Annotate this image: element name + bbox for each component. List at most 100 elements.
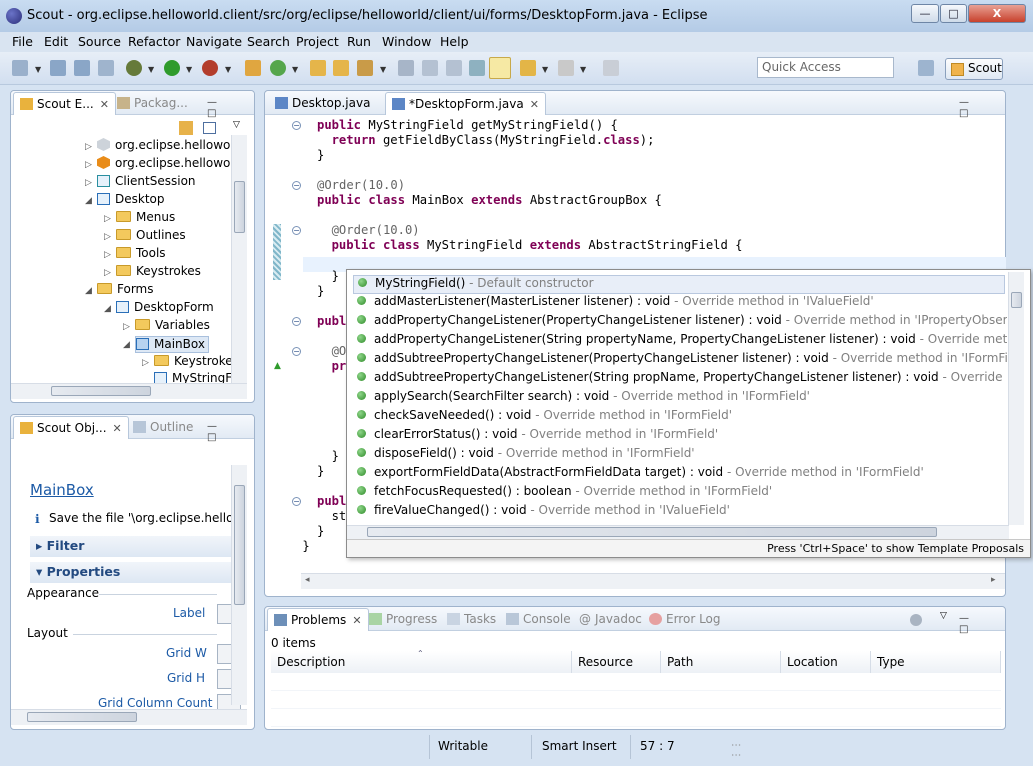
external-tools-icon[interactable] — [202, 60, 218, 76]
open-resource-icon[interactable] — [333, 60, 349, 76]
collapse-icon[interactable]: ◢ — [85, 286, 92, 296]
tab-scout-object-properties[interactable]: Scout Obj... ✕ — [13, 416, 129, 439]
open-type-icon[interactable] — [310, 60, 326, 76]
pin-icon[interactable] — [603, 60, 619, 76]
close-button[interactable]: X — [968, 4, 1026, 23]
expand-icon[interactable]: ▷ — [142, 358, 149, 368]
breadcrumb-icon[interactable] — [469, 60, 485, 76]
collapse-icon[interactable]: ◢ — [123, 340, 130, 350]
toggle-mark-occurrences-icon[interactable] — [398, 60, 414, 76]
scroll-thumb[interactable] — [234, 181, 245, 233]
toggle-block-selection-icon[interactable] — [422, 60, 438, 76]
proposal-item[interactable]: MyStringField() - Default constructor — [353, 275, 1005, 294]
close-icon[interactable]: ✕ — [530, 98, 539, 111]
fold-toggle-icon[interactable]: − — [292, 181, 301, 191]
content-assist-popup[interactable]: MyStringField() - Default constructor add… — [346, 269, 1031, 558]
proposal-item[interactable]: checkSaveNeeded() : void - Override meth… — [357, 408, 1007, 427]
tree-item[interactable]: Keystrokes — [116, 264, 201, 281]
expand-icon[interactable]: ▷ — [85, 142, 92, 152]
column-resource[interactable]: Resource — [572, 651, 661, 673]
fold-toggle-icon[interactable]: − — [292, 226, 301, 236]
minimize-maximize-icon[interactable]: — □ — [959, 97, 1005, 119]
tab-javadoc[interactable]: @ Javadoc — [573, 608, 648, 631]
tree-item[interactable]: MyStringFi — [154, 371, 235, 383]
explorer-vscrollbar[interactable] — [231, 135, 247, 383]
save-all-icon[interactable] — [74, 60, 90, 76]
filter-section[interactable]: ▸ Filter — [30, 536, 242, 557]
column-description[interactable]: Description ⌃ — [271, 649, 572, 673]
proposal-item[interactable]: addPropertyChangeListener(String propert… — [357, 332, 1007, 351]
column-path[interactable]: Path — [661, 651, 781, 673]
tree-item[interactable]: Desktop — [97, 192, 165, 209]
column-type[interactable]: Type — [871, 651, 1001, 673]
proposal-item[interactable]: applySearch(SearchFilter search) : void … — [357, 389, 1007, 408]
proposal-item[interactable]: fetchFocusRequested() : boolean - Overri… — [357, 484, 1007, 503]
menu-help[interactable]: Help — [440, 34, 469, 49]
link-with-editor-icon[interactable] — [179, 121, 193, 135]
scroll-thumb[interactable] — [234, 485, 245, 605]
expand-icon[interactable]: ▷ — [123, 322, 130, 332]
view-menu-icon[interactable]: ▽ — [233, 120, 240, 130]
properties-vscrollbar[interactable] — [231, 465, 247, 705]
popup-hscrollbar[interactable] — [347, 525, 1009, 539]
tab-package-explorer[interactable]: Packag... — [111, 92, 194, 115]
menu-search[interactable]: Search — [247, 34, 290, 49]
scroll-thumb[interactable] — [27, 712, 137, 722]
object-title-link[interactable]: MainBox — [30, 481, 94, 499]
properties-hscrollbar[interactable] — [11, 709, 247, 725]
expand-icon[interactable]: ▷ — [104, 232, 111, 242]
open-perspective-icon[interactable] — [918, 60, 934, 76]
close-icon[interactable]: ✕ — [352, 614, 361, 627]
tab-desktopform-java[interactable]: *DesktopForm.java ✕ — [385, 92, 546, 115]
minimize-maximize-icon[interactable]: — □ — [207, 421, 254, 443]
chevron-down-icon[interactable]: ▼ — [186, 65, 192, 74]
chevron-down-icon[interactable]: ▼ — [225, 65, 231, 74]
tab-tasks[interactable]: Tasks — [441, 608, 502, 631]
close-icon[interactable]: ✕ — [113, 422, 122, 435]
menu-window[interactable]: Window — [382, 34, 431, 49]
scroll-right-icon[interactable]: ▸ — [991, 575, 996, 585]
scroll-thumb[interactable] — [51, 386, 151, 396]
proposal-item[interactable]: disposeField() : void - Override method … — [357, 446, 1007, 465]
view-menu-icon[interactable]: ▽ — [940, 611, 947, 621]
tree-item-selected[interactable]: MainBox — [135, 336, 209, 353]
chevron-down-icon[interactable]: ▼ — [580, 65, 586, 74]
menu-file[interactable]: File — [12, 34, 33, 49]
expand-icon[interactable]: ▷ — [104, 268, 111, 278]
scroll-thumb[interactable] — [1011, 292, 1022, 308]
popup-vscrollbar[interactable] — [1008, 272, 1024, 525]
print-icon[interactable] — [98, 60, 114, 76]
menu-source[interactable]: Source — [78, 34, 121, 49]
expand-icon[interactable]: ▷ — [104, 250, 111, 260]
menu-run[interactable]: Run — [347, 34, 371, 49]
properties-section[interactable]: ▾ Properties — [30, 562, 242, 583]
chevron-down-icon[interactable]: ▼ — [35, 65, 41, 74]
tree-item[interactable]: ClientSession — [97, 174, 196, 191]
menu-edit[interactable]: Edit — [44, 34, 68, 49]
minimize-maximize-icon[interactable]: — □ — [959, 613, 1005, 635]
chevron-down-icon[interactable]: ▼ — [292, 65, 298, 74]
menu-project[interactable]: Project — [296, 34, 339, 49]
grid-w-label[interactable]: Grid W — [166, 646, 207, 660]
new-class-icon[interactable] — [270, 60, 286, 76]
tab-progress[interactable]: Progress — [363, 608, 443, 631]
proposal-item[interactable]: clearErrorStatus() : void - Override met… — [357, 427, 1007, 446]
quick-access-input[interactable]: Quick Access — [757, 57, 894, 78]
tree-item[interactable]: org.eclipse.helloworld — [97, 138, 246, 155]
proposal-item[interactable]: addMasterListener(MasterListener listene… — [357, 294, 1007, 313]
highlight-icon[interactable] — [489, 57, 511, 79]
editor-hscrollbar[interactable]: ◂ ▸ — [301, 573, 1005, 589]
expand-icon[interactable]: ▷ — [85, 178, 92, 188]
tree-item[interactable]: Menus — [116, 210, 175, 227]
tab-problems[interactable]: Problems ✕ — [267, 608, 369, 631]
fold-toggle-icon[interactable]: − — [292, 316, 301, 326]
new-java-project-icon[interactable] — [245, 60, 261, 76]
chevron-down-icon[interactable]: ▼ — [542, 65, 548, 74]
save-icon[interactable] — [50, 60, 66, 76]
show-whitespace-icon[interactable] — [446, 60, 462, 76]
tree-item[interactable]: Forms — [97, 282, 153, 299]
label-field-label[interactable]: Label — [173, 606, 205, 620]
menu-navigate[interactable]: Navigate — [186, 34, 242, 49]
tab-console[interactable]: Console — [500, 608, 577, 631]
tab-error-log[interactable]: Error Log — [643, 608, 727, 631]
